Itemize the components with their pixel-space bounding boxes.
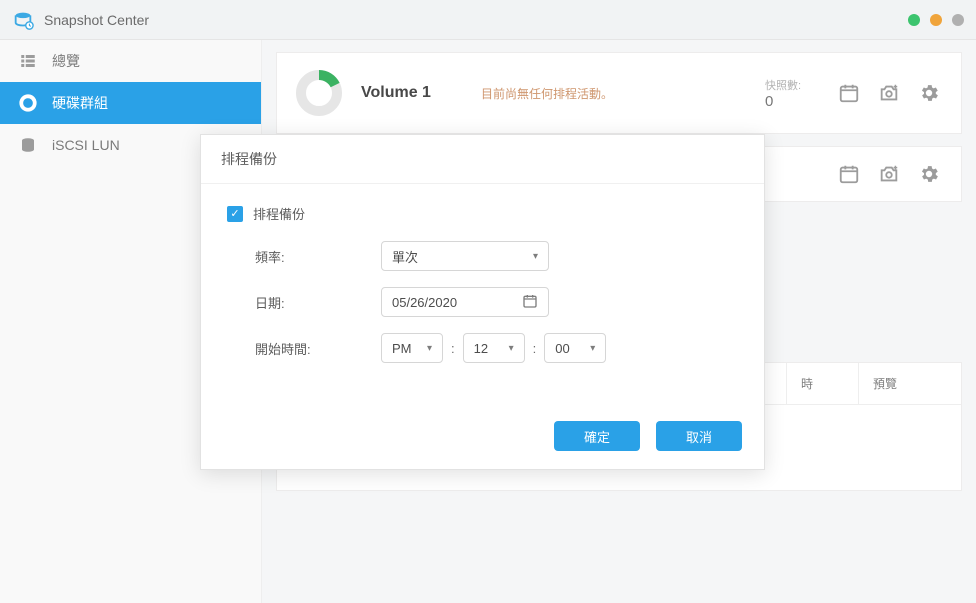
- date-label: 日期:: [255, 293, 381, 312]
- minute-select[interactable]: 00 ▾: [544, 333, 606, 363]
- cancel-button[interactable]: 取消: [656, 421, 742, 451]
- minute-value: 00: [555, 341, 569, 356]
- window-controls: [908, 14, 964, 26]
- maximize-button[interactable]: [930, 14, 942, 26]
- schedule-enabled-checkbox[interactable]: ✓: [227, 206, 243, 222]
- calendar-icon: [522, 293, 538, 312]
- sidebar-item-label: 總覽: [52, 51, 80, 71]
- date-field[interactable]: 05/26/2020: [381, 287, 549, 317]
- sidebar-item-overview[interactable]: 總覽: [0, 40, 261, 82]
- add-snapshot-button[interactable]: [875, 160, 903, 188]
- table-col-preview[interactable]: 預覽: [859, 363, 931, 404]
- ampm-select[interactable]: PM ▾: [381, 333, 443, 363]
- ampm-value: PM: [392, 341, 412, 356]
- confirm-button[interactable]: 確定: [554, 421, 640, 451]
- sidebar-item-label: 硬碟群組: [52, 93, 108, 113]
- schedule-backup-dialog: 排程備份 ✓ 排程備份 頻率: 單次 ▾ 日期: 05/26/2020: [200, 134, 765, 470]
- snapshot-count: 0: [765, 93, 835, 110]
- calendar-button[interactable]: [835, 160, 863, 188]
- frequency-value: 單次: [392, 247, 418, 266]
- app-window: Snapshot Center 總覽 硬碟群組: [0, 0, 976, 603]
- overview-icon: [18, 51, 38, 71]
- start-time-label: 開始時間:: [255, 339, 381, 358]
- time-separator: :: [451, 341, 455, 356]
- window-title: Snapshot Center: [44, 12, 908, 28]
- calendar-button[interactable]: [835, 79, 863, 107]
- database-icon: [18, 135, 38, 155]
- frequency-select[interactable]: 單次 ▾: [381, 241, 549, 271]
- dialog-title: 排程備份: [201, 135, 764, 184]
- hour-select[interactable]: 12 ▾: [463, 333, 525, 363]
- app-icon: [12, 9, 34, 31]
- minimize-button[interactable]: [908, 14, 920, 26]
- settings-button[interactable]: [915, 160, 943, 188]
- settings-button[interactable]: [915, 79, 943, 107]
- table-col-time[interactable]: 時: [787, 363, 859, 404]
- close-button[interactable]: [952, 14, 964, 26]
- sidebar-item-diskgroup[interactable]: 硬碟群組: [0, 82, 261, 124]
- titlebar: Snapshot Center: [0, 0, 976, 40]
- chevron-down-icon: ▾: [427, 343, 432, 354]
- hour-value: 12: [474, 341, 488, 356]
- volume-row-1: Volume 1 目前尚無任何排程活動。 快照數: 0: [276, 52, 962, 134]
- sidebar-item-label: iSCSI LUN: [52, 137, 120, 153]
- schedule-enabled-label: 排程備份: [253, 204, 305, 223]
- snapshot-count-label: 快照數:: [765, 80, 801, 92]
- add-snapshot-button[interactable]: [875, 79, 903, 107]
- date-value: 05/26/2020: [392, 295, 457, 310]
- frequency-label: 頻率:: [255, 247, 381, 266]
- volume-name: Volume 1: [361, 84, 481, 102]
- volume-status: 目前尚無任何排程活動。: [481, 85, 765, 102]
- time-separator: :: [533, 341, 537, 356]
- chevron-down-icon: ▾: [533, 251, 538, 262]
- chevron-down-icon: ▾: [509, 343, 514, 354]
- disk-icon: [18, 93, 38, 113]
- snapshot-count-block: 快照數: 0: [765, 77, 835, 110]
- volume-pie-icon: [295, 69, 343, 117]
- chevron-down-icon: ▾: [590, 343, 595, 354]
